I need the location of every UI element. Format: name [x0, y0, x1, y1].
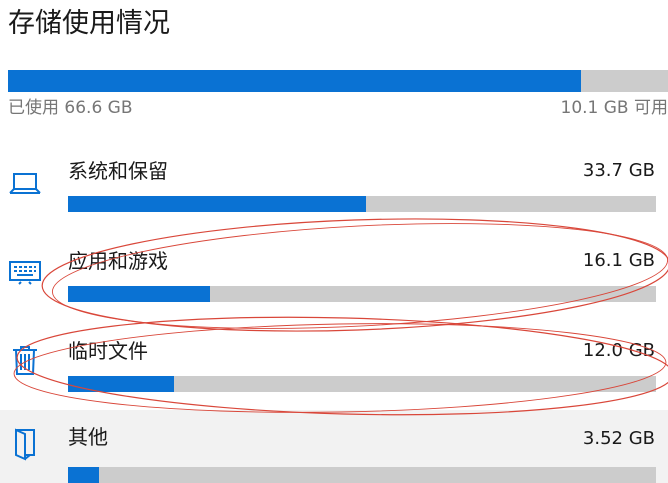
category-usage-fill — [68, 286, 211, 302]
category-size: 33.7 GB — [582, 160, 655, 181]
category-system-reserved[interactable]: 系统和保留 33.7 GB — [0, 156, 668, 246]
category-usage-bar — [68, 467, 656, 483]
trash-icon — [7, 342, 43, 378]
category-size: 16.1 GB — [582, 250, 655, 271]
total-usage-bar — [8, 70, 668, 92]
total-usage-fill — [8, 70, 581, 92]
category-usage-fill — [68, 467, 99, 483]
category-name: 其他 — [68, 425, 108, 449]
category-usage-bar — [68, 376, 656, 392]
used-space-label: 已使用 66.6 GB — [8, 98, 133, 118]
folder-icon — [7, 426, 43, 462]
laptop-icon — [7, 164, 43, 200]
keyboard-icon — [7, 254, 43, 290]
category-name: 临时文件 — [68, 339, 148, 363]
category-name: 应用和游戏 — [68, 249, 168, 273]
free-space-label: 10.1 GB 可用 — [560, 98, 668, 118]
category-usage-fill — [68, 196, 366, 212]
category-size: 3.52 GB — [582, 428, 655, 449]
category-name: 系统和保留 — [68, 159, 168, 183]
category-usage-bar — [68, 286, 656, 302]
category-other[interactable]: 其他 3.52 GB — [0, 410, 668, 483]
storage-title: 存储使用情况 — [8, 8, 170, 39]
category-usage-bar — [68, 196, 656, 212]
category-size: 12.0 GB — [582, 340, 655, 361]
category-apps-games[interactable]: 应用和游戏 16.1 GB — [0, 246, 668, 336]
category-usage-fill — [68, 376, 174, 392]
